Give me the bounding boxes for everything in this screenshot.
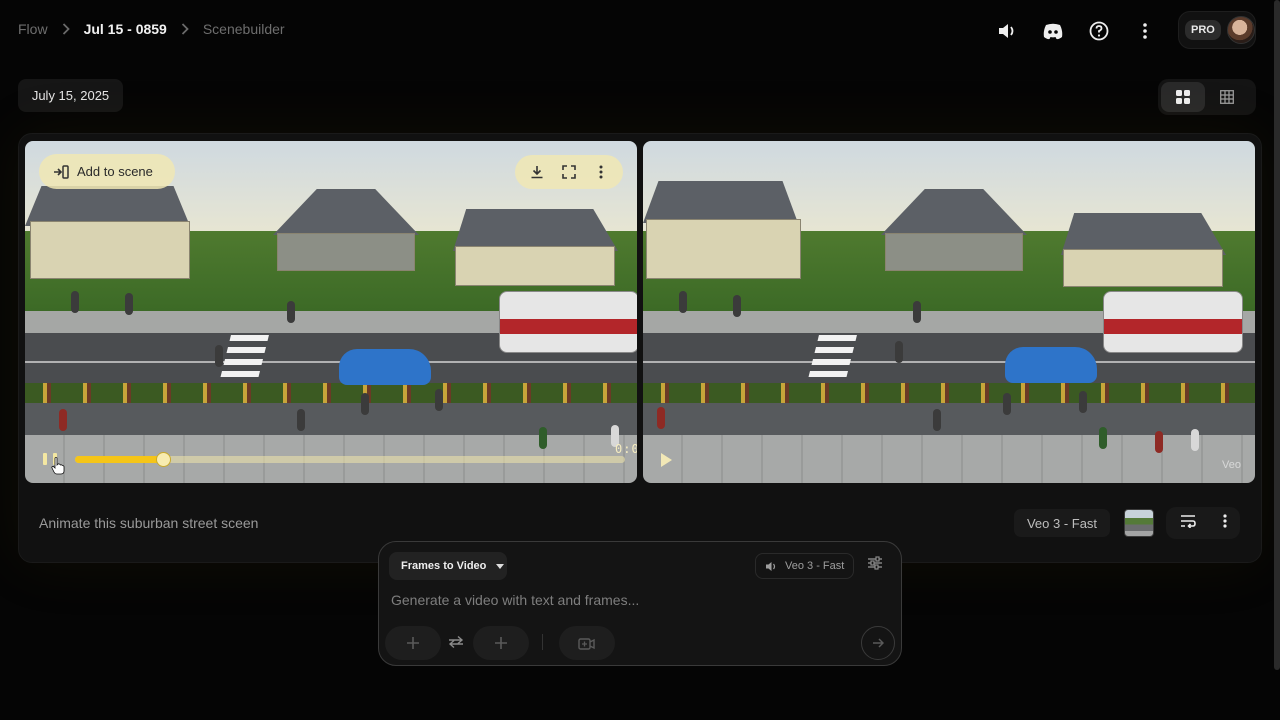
breadcrumb-item-flow[interactable]: Flow (18, 21, 48, 37)
volume-icon (766, 561, 776, 571)
audio-model-label: Veo 3 - Fast (785, 560, 845, 572)
volume-icon[interactable] (990, 16, 1024, 46)
add-to-scene-button[interactable]: Add to scene (39, 154, 175, 189)
reuse-prompt-icon[interactable] (1180, 514, 1196, 533)
prompt-input[interactable] (391, 592, 831, 608)
divider (542, 634, 543, 650)
breadcrumb-item-project[interactable]: Jul 15 - 0859 (84, 21, 167, 37)
add-to-scene-label: Add to scene (77, 164, 153, 179)
add-end-frame-button[interactable] (473, 626, 529, 660)
plus-icon (407, 637, 419, 649)
audio-model-chip[interactable]: Veo 3 - Fast (755, 553, 854, 579)
plus-icon (495, 637, 507, 649)
hand-cursor-icon (51, 457, 65, 475)
watermark: Veo (1222, 459, 1241, 471)
clip-prompt: Animate this suburban street sceen (39, 515, 259, 531)
fullscreen-icon[interactable] (556, 159, 582, 185)
timecode: 0:06 (615, 442, 637, 456)
video-frame-start[interactable]: Add to scene 0:06 (25, 141, 637, 483)
send-button[interactable] (861, 626, 895, 660)
progress-handle[interactable] (156, 452, 171, 467)
help-icon[interactable] (1082, 16, 1116, 46)
grid-small-icon[interactable] (1205, 82, 1249, 112)
clip-actions (1166, 507, 1240, 539)
download-icon[interactable] (524, 159, 550, 185)
prompt-composer: Frames to Video Veo 3 - Fast (378, 541, 902, 666)
more-vertical-icon[interactable] (588, 159, 614, 185)
mode-select-label: Frames to Video (401, 560, 487, 572)
video-frame-end[interactable]: Veo (643, 141, 1255, 483)
breadcrumb: Flow Jul 15 - 0859 Scenebuilder (18, 21, 285, 37)
date-label: July 15, 2025 (18, 79, 123, 112)
play-icon[interactable] (661, 453, 672, 467)
mode-select[interactable]: Frames to Video (389, 552, 507, 580)
discord-icon[interactable] (1036, 16, 1070, 46)
account-menu[interactable]: PRO (1178, 11, 1256, 49)
view-toggle (1158, 79, 1256, 115)
avatar[interactable] (1226, 16, 1255, 44)
video-controls: 0:06 (39, 442, 637, 471)
frame-toolbar (515, 155, 623, 189)
more-vertical-icon[interactable] (1128, 16, 1162, 46)
model-chip[interactable]: Veo 3 - Fast (1014, 509, 1110, 537)
arrow-right-icon (873, 638, 884, 648)
add-start-frame-button[interactable] (385, 626, 441, 660)
settings-sliders-icon[interactable] (867, 556, 883, 575)
swap-frames-icon[interactable] (447, 635, 465, 654)
scrollbar[interactable] (1274, 0, 1280, 670)
breadcrumb-item-scenebuilder[interactable]: Scenebuilder (203, 21, 285, 37)
video-add-icon (578, 638, 595, 650)
top-bar: Flow Jul 15 - 0859 Scenebuilder PRO (0, 0, 1280, 62)
plan-badge: PRO (1185, 20, 1221, 40)
chevron-right-icon (181, 23, 189, 35)
more-vertical-icon[interactable] (1222, 513, 1227, 533)
add-video-button[interactable] (559, 626, 615, 660)
progress-fill (75, 456, 163, 463)
chevron-right-icon (62, 23, 70, 35)
grid-large-icon[interactable] (1161, 82, 1205, 112)
add-to-scene-icon (54, 164, 69, 179)
frame-thumbnail[interactable] (1124, 509, 1154, 537)
caret-down-icon (496, 563, 505, 569)
progress-track[interactable]: 0:06 (75, 442, 637, 467)
